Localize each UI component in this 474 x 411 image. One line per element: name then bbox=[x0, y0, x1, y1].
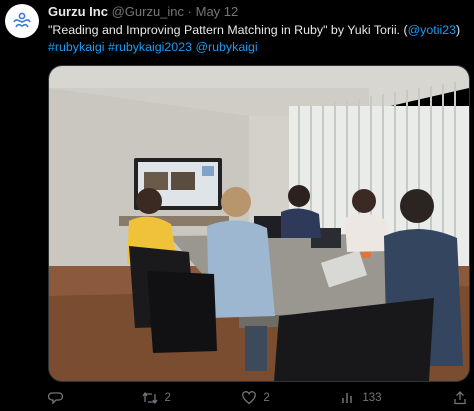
like-count: 2 bbox=[263, 392, 270, 404]
tweet-body: "Reading and Improving Pattern Matching … bbox=[48, 23, 408, 37]
like-button[interactable]: 2 bbox=[241, 390, 270, 406]
retweet-icon bbox=[141, 391, 158, 405]
hashtag-rubykaigi[interactable]: #rubykaigi bbox=[48, 40, 104, 54]
author-handle[interactable]: @Gurzu_inc bbox=[112, 4, 184, 19]
reply-button[interactable] bbox=[48, 390, 70, 406]
tweet-text: "Reading and Improving Pattern Matching … bbox=[48, 22, 468, 56]
separator: · bbox=[187, 4, 192, 19]
tweet-photo[interactable] bbox=[48, 65, 470, 382]
meeting-room-photo bbox=[49, 66, 469, 381]
share-button[interactable] bbox=[452, 390, 468, 406]
views-count: 133 bbox=[362, 392, 382, 404]
tweet-date[interactable]: May 12 bbox=[196, 4, 239, 19]
mention-rubykaigi[interactable]: @rubykaigi bbox=[195, 40, 257, 54]
retweet-button[interactable]: 2 bbox=[141, 390, 171, 406]
gurzu-logo-icon bbox=[13, 12, 31, 28]
action-bar: 2 2 133 bbox=[48, 388, 468, 408]
author-name[interactable]: Gurzu Inc bbox=[48, 4, 108, 19]
avatar[interactable] bbox=[5, 4, 39, 38]
tweet: Gurzu Inc @Gurzu_inc · May 12 "Reading a… bbox=[0, 0, 474, 411]
tweet-header: Gurzu Inc @Gurzu_inc · May 12 bbox=[48, 4, 238, 19]
hashtag-rubykaigi2023[interactable]: #rubykaigi2023 bbox=[108, 40, 192, 54]
views-icon bbox=[342, 393, 353, 403]
like-icon bbox=[242, 391, 257, 405]
tweet-body-close: ) bbox=[456, 23, 461, 37]
reply-icon bbox=[48, 392, 64, 405]
retweet-count: 2 bbox=[164, 392, 171, 404]
mention-author[interactable]: @yotii23 bbox=[408, 23, 456, 37]
views-button[interactable]: 133 bbox=[340, 390, 382, 406]
share-icon bbox=[454, 391, 466, 405]
